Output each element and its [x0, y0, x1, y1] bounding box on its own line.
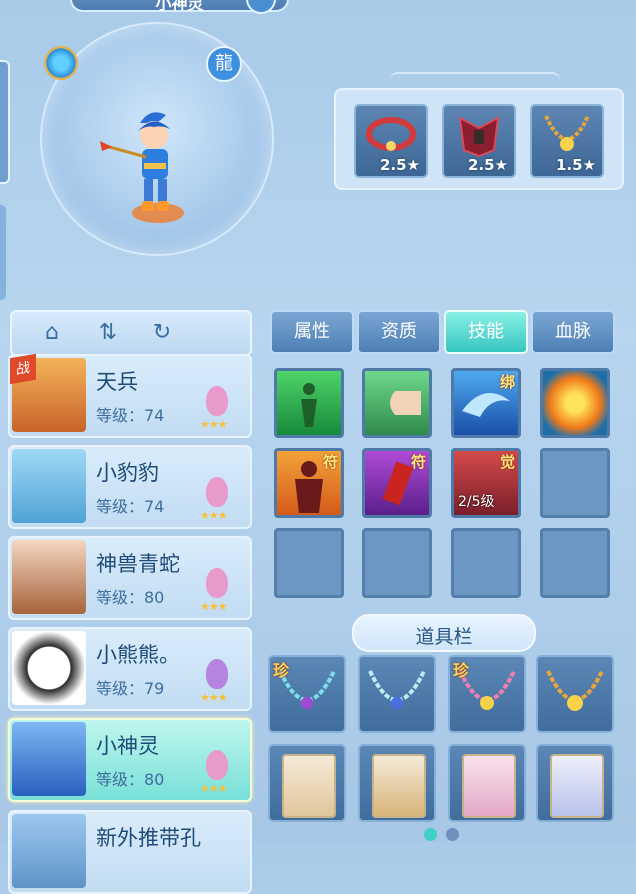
- refresh-icon[interactable]: ↻: [148, 320, 176, 346]
- pet-level: 等级：80: [96, 770, 165, 789]
- skill-slot[interactable]: 符: [274, 448, 344, 518]
- left-edge-tab-2[interactable]: [0, 205, 6, 300]
- skill-slot[interactable]: 符: [362, 448, 432, 518]
- item-slot[interactable]: [448, 744, 526, 822]
- skill-slot[interactable]: 觉 2/5级: [451, 448, 521, 518]
- fire-icon: [543, 371, 607, 435]
- pet-card-icon: [550, 754, 604, 818]
- skill-slot-empty[interactable]: [540, 528, 610, 598]
- top-bar: 小神灵 资 技: [40, 0, 600, 14]
- pet-avatar: [12, 540, 86, 614]
- pet-list-item-selected[interactable]: 小神灵 等级：80 ★★★: [8, 718, 252, 802]
- pet-stars: ★★★: [200, 509, 228, 522]
- equipment-panel: 2.5★ 2.5★ 1.5★: [334, 88, 624, 190]
- pet-card-icon: [372, 754, 426, 818]
- item-slot[interactable]: [536, 655, 614, 733]
- item-slot[interactable]: [536, 744, 614, 822]
- rare-tag: 珍: [453, 661, 470, 680]
- skill-progress: 2/5级: [458, 494, 495, 510]
- skill-slot-empty[interactable]: [540, 448, 610, 518]
- home-icon[interactable]: ⌂: [38, 320, 66, 346]
- hero-sprite: [100, 112, 184, 223]
- figure-icon: [301, 383, 317, 427]
- skill-slot[interactable]: [274, 368, 344, 438]
- item-slot[interactable]: 珍: [448, 655, 526, 733]
- pet-egg-icon: [206, 659, 228, 689]
- skill-slot-empty[interactable]: [362, 528, 432, 598]
- page-dot-active[interactable]: [424, 828, 437, 841]
- tab-skills[interactable]: 技能: [444, 310, 528, 354]
- skill-slot[interactable]: 绑: [451, 368, 521, 438]
- item-bar-header: 道具栏: [352, 614, 536, 652]
- rare-tag: 珍: [273, 661, 290, 680]
- pet-name: 新外推带孔: [96, 826, 201, 850]
- pet-list-item[interactable]: 小豹豹 等级：74 ★★★: [8, 445, 252, 529]
- pet-egg-icon: [206, 750, 228, 780]
- necklace-icon: [546, 670, 604, 711]
- element-badge-icon: [44, 46, 78, 80]
- top-tab-b[interactable]: 资: [295, 0, 310, 3]
- dragon-badge-icon[interactable]: 龍: [206, 46, 242, 82]
- pet-list-item[interactable]: 新外推带孔: [8, 810, 252, 894]
- pet-level: 等级：74: [96, 497, 165, 516]
- skill-slot[interactable]: [540, 368, 610, 438]
- tab-bloodline[interactable]: 血脉: [531, 310, 615, 354]
- tab-attributes[interactable]: 属性: [270, 310, 354, 354]
- pet-avatar: [12, 722, 86, 796]
- pet-list-item[interactable]: 小熊熊。 等级：79 ★★★: [8, 627, 252, 711]
- equip-slot-necklace[interactable]: 1.5★: [530, 104, 604, 178]
- item-slot[interactable]: [268, 744, 346, 822]
- left-edge-tab[interactable]: [0, 60, 10, 184]
- pet-name: 小豹豹: [96, 461, 159, 485]
- skill-slot-empty[interactable]: [451, 528, 521, 598]
- pet-level: 等级：74: [96, 406, 165, 425]
- sort-icon[interactable]: ⇅: [94, 320, 122, 346]
- equip-slot-bracelet[interactable]: 2.5★: [354, 104, 428, 178]
- equip-stars: 2.5★: [379, 156, 420, 174]
- top-tab-c[interactable]: 技: [400, 0, 415, 3]
- skill-tag: 符: [322, 453, 338, 471]
- armor-icon: [458, 116, 500, 158]
- tab-aptitude[interactable]: 资质: [357, 310, 441, 354]
- pet-egg-icon: [206, 386, 228, 416]
- skill-tag: 觉: [499, 453, 515, 471]
- pet-list-item[interactable]: 神兽青蛇 等级：80 ★★★: [8, 536, 252, 620]
- skill-slot[interactable]: [362, 368, 432, 438]
- equip-slot-armor[interactable]: 2.5★: [442, 104, 516, 178]
- pet-level: 等级：80: [96, 588, 165, 607]
- necklace-icon: [544, 115, 590, 151]
- pet-name: 神兽青蛇: [96, 552, 180, 576]
- equip-stars: 1.5★: [555, 156, 596, 174]
- pet-avatar: [12, 631, 86, 705]
- item-slot[interactable]: 珍: [268, 655, 346, 733]
- pet-card-icon: [282, 754, 336, 818]
- skill-slot-empty[interactable]: [274, 528, 344, 598]
- pet-stars: ★★★: [200, 782, 228, 795]
- pet-list-item[interactable]: 战 天兵 等级：74 ★★★: [8, 353, 252, 438]
- hand-icon: [390, 391, 421, 415]
- item-slot[interactable]: [358, 744, 436, 822]
- pet-egg-icon: [206, 568, 228, 598]
- pet-avatar: [12, 814, 86, 888]
- pet-egg-icon: [206, 477, 228, 507]
- item-bar-title: 道具栏: [415, 626, 473, 648]
- skill-tag: 绑: [499, 373, 515, 391]
- pet-name: 天兵: [96, 370, 138, 394]
- pet-stars: ★★★: [200, 418, 228, 431]
- pet-list-toolbar: ⌂ ⇅ ↻: [10, 310, 252, 356]
- skill-tag: 符: [410, 453, 426, 471]
- pet-stars: ★★★: [200, 600, 228, 613]
- bracelet-icon: [366, 117, 416, 151]
- item-slot[interactable]: [358, 655, 436, 733]
- pet-card-icon: [462, 754, 516, 818]
- equip-stars: 2.5★: [467, 156, 508, 174]
- necklace-icon: [368, 670, 426, 709]
- pet-avatar: [12, 449, 86, 523]
- pet-name: 小熊熊。: [96, 643, 180, 667]
- page-dot[interactable]: [446, 828, 459, 841]
- pet-stars: ★★★: [200, 691, 228, 704]
- pet-name: 小神灵: [96, 734, 159, 758]
- pet-level: 等级：79: [96, 679, 165, 698]
- battle-badge: 战: [10, 353, 36, 385]
